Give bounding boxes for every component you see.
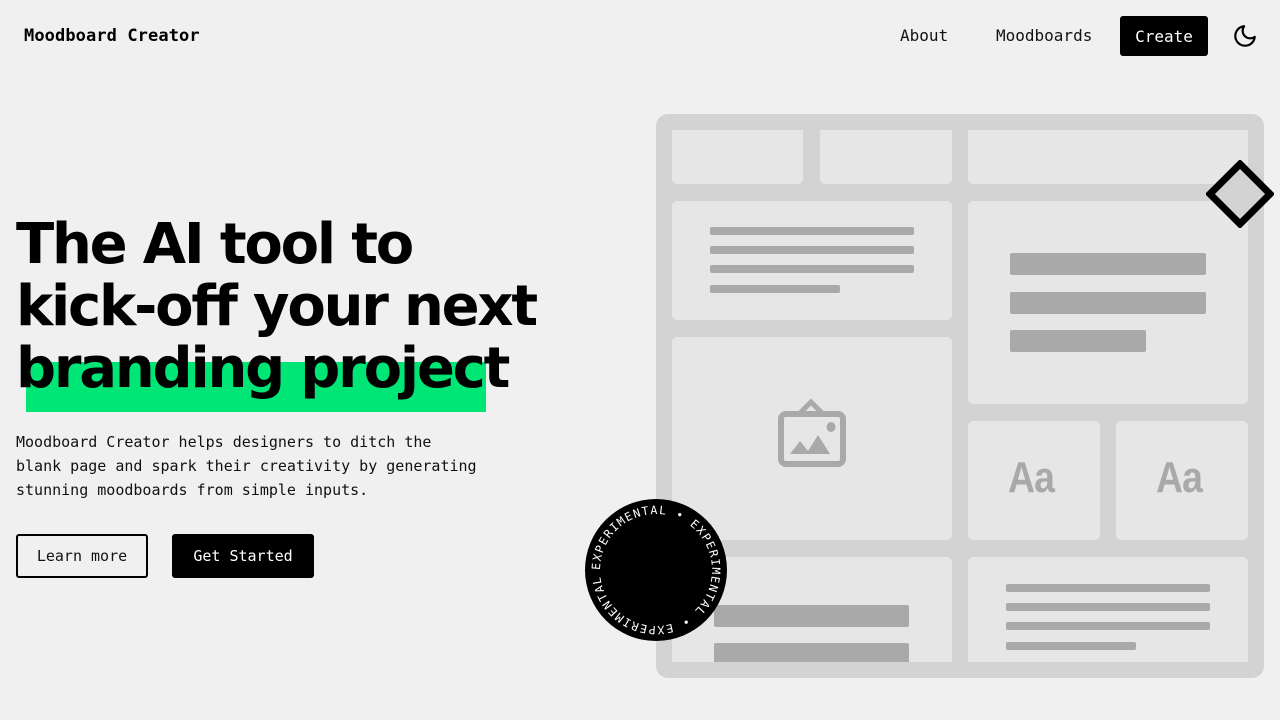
experimental-badge: EXPERIMENTAL • EXPERIMENTAL • EXPERIMENT… (584, 498, 727, 641)
text-card (672, 201, 952, 320)
get-started-button[interactable]: Get Started (172, 534, 314, 578)
nav-link-moodboards[interactable]: Moodboards (996, 26, 1092, 45)
hero-headline: The AI tool to kick-off your next brandi… (16, 212, 538, 401)
typography-sample: Aa (1156, 453, 1203, 502)
heading-placeholder (1010, 292, 1206, 314)
heading-placeholder (714, 643, 909, 662)
brand-logo[interactable]: Moodboard Creator (24, 26, 200, 46)
typography-card: Aa (672, 130, 803, 184)
text-line-placeholder (1006, 603, 1210, 611)
typography-sample: Aa (712, 130, 775, 139)
learn-more-button[interactable]: Learn more (16, 534, 148, 578)
text-line-placeholder (1006, 642, 1136, 650)
hero-description: Moodboard Creator helps designers to dit… (16, 433, 477, 499)
text-line-placeholder (1006, 584, 1210, 592)
moodboard-illustration: Aa Aa Aa (656, 114, 1264, 678)
text-line-placeholder (1006, 622, 1210, 630)
diamond-icon (1206, 160, 1274, 228)
heading-placeholder (1010, 330, 1146, 352)
theme-toggle-button[interactable] (1232, 23, 1258, 49)
text-line-placeholder (710, 227, 914, 235)
heading-placeholder (1010, 253, 1206, 275)
headline-line-1: The AI tool to (16, 212, 414, 277)
heading-card (968, 201, 1248, 404)
text-line-placeholder (710, 285, 840, 293)
nav-link-about[interactable]: About (900, 26, 948, 45)
moodboard-grid: Aa Aa Aa (672, 130, 1248, 662)
text-card (968, 557, 1248, 662)
typography-sample: Aa (859, 130, 922, 139)
create-button[interactable]: Create (1120, 16, 1208, 56)
typography-sample: Aa (1008, 453, 1055, 502)
moon-icon (1234, 25, 1256, 47)
typography-card: Aa (1116, 421, 1248, 540)
image-icon (778, 398, 846, 467)
typography-card: Aa (968, 421, 1100, 540)
heading-placeholder (714, 605, 909, 627)
typography-card: Aa (820, 130, 952, 184)
text-line-placeholder (710, 246, 914, 254)
headline-line-3: branding project (16, 336, 510, 401)
headline-line-2: kick-off your next (16, 274, 538, 339)
text-line-placeholder (710, 265, 914, 273)
badge-circle (585, 499, 727, 641)
